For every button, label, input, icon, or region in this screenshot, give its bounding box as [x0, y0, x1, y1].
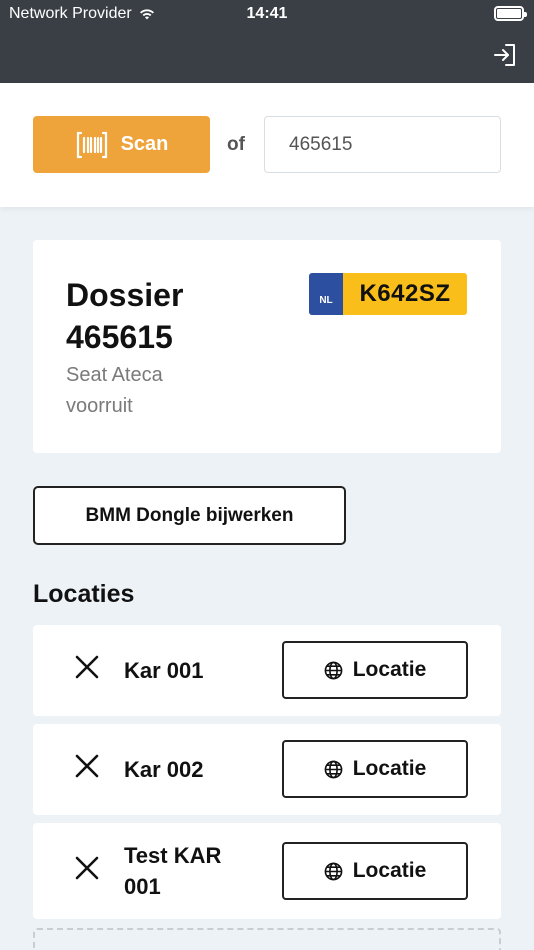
location-name: Kar 001 — [124, 658, 204, 683]
bmm-dongle-update-button[interactable]: BMM Dongle bijwerken — [33, 486, 346, 545]
scan-panel: Scan of 465615 — [0, 83, 534, 207]
location-row: Test KAR 001 Locatie — [33, 823, 501, 919]
add-location-placeholder[interactable] — [33, 928, 501, 950]
dossier-details: Seat Ateca voorruit — [66, 360, 296, 422]
locations-heading: Locaties — [33, 580, 135, 608]
scan-button[interactable]: Scan — [33, 116, 210, 173]
remove-icon[interactable] — [73, 854, 101, 882]
license-plate: NL K642SZ — [309, 273, 467, 315]
globe-icon — [324, 760, 343, 778]
damage-part: voorruit — [66, 395, 133, 417]
location-button[interactable]: Locatie — [282, 740, 468, 798]
plate-number: K642SZ — [343, 273, 467, 315]
dossier-card: Dossier 465615 Seat Ateca voorruit NL K6… — [33, 240, 501, 453]
app-header: Network Provider 14:41 — [0, 0, 534, 83]
or-label: of — [227, 134, 245, 155]
remove-icon[interactable] — [73, 653, 101, 681]
remove-icon[interactable] — [73, 752, 101, 780]
globe-icon — [324, 862, 343, 880]
location-button[interactable]: Locatie — [282, 641, 468, 699]
location-row: Kar 002 Locatie — [33, 724, 501, 815]
location-name: Test KAR 001 — [124, 843, 222, 899]
location-button-label: Locatie — [352, 757, 427, 780]
battery-icon — [494, 6, 527, 21]
barcode-icon — [76, 131, 107, 158]
plate-country: NL — [309, 273, 343, 315]
clock: 14:41 — [246, 5, 288, 22]
location-button-label: Locatie — [352, 658, 427, 681]
dossier-number-input[interactable]: 465615 — [264, 116, 501, 173]
vehicle-model: Seat Ateca — [66, 364, 163, 386]
location-button-label: Locatie — [352, 859, 427, 882]
globe-icon — [324, 661, 343, 679]
location-row: Kar 001 Locatie — [33, 625, 501, 716]
location-name: Kar 002 — [124, 757, 204, 782]
logout-icon[interactable] — [492, 42, 518, 68]
scan-button-label: Scan — [120, 133, 169, 155]
location-button[interactable]: Locatie — [282, 842, 468, 900]
dossier-title: Dossier 465615 — [66, 277, 184, 355]
